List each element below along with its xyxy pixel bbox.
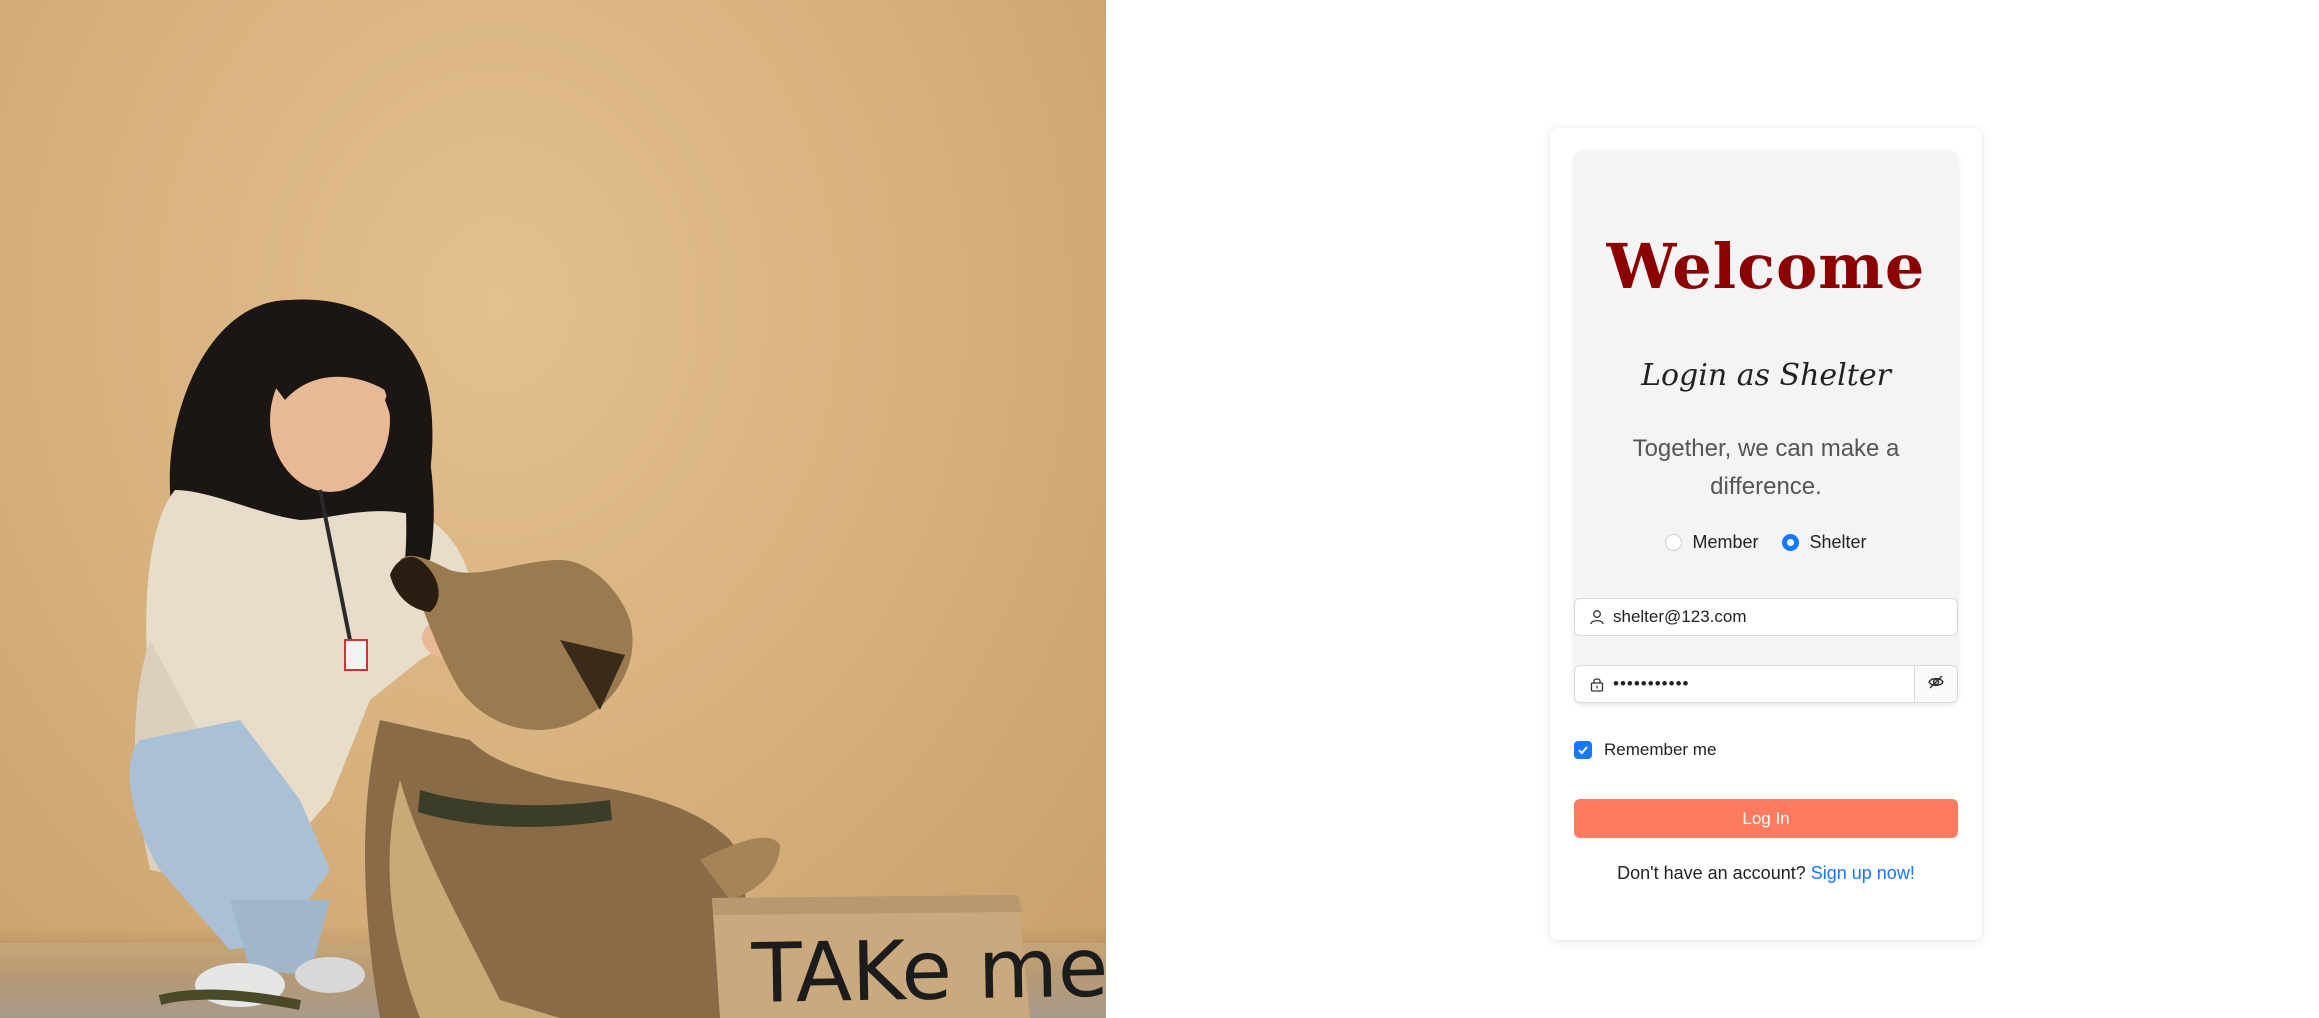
woman-and-dog-illustration: TAKe me: [129, 299, 1106, 1018]
welcome-title: Welcome: [1606, 230, 1926, 303]
login-card: Welcome Login as Shelter Together, we ca…: [1550, 128, 1982, 940]
login-button[interactable]: Log In: [1574, 799, 1958, 838]
role-option-member[interactable]: Member: [1665, 532, 1758, 553]
login-page: TAKe me Welcome Login as Shelter Togethe…: [0, 0, 2319, 1018]
signup-prompt: Don't have an account? Sign up now!: [1550, 863, 1982, 884]
password-field[interactable]: •••••••••••: [1574, 665, 1915, 703]
remember-me-checkbox[interactable]: [1574, 741, 1592, 759]
login-role-subtitle: Login as Shelter: [1641, 358, 1891, 393]
remember-me-label: Remember me: [1604, 740, 1717, 759]
no-account-text: Don't have an account?: [1617, 863, 1806, 883]
password-group: •••••••••••: [1574, 665, 1958, 703]
tagline: Together, we can make a difference.: [1632, 435, 1900, 500]
member-radio-label: Member: [1692, 532, 1759, 552]
checkmark-icon: [1578, 746, 1588, 755]
role-option-shelter[interactable]: Shelter: [1782, 532, 1867, 553]
email-value: shelter@123.com: [1613, 607, 1747, 626]
shelter-radio[interactable]: [1782, 534, 1800, 551]
sign-text: TAKe me: [750, 921, 1106, 1018]
member-radio[interactable]: [1665, 534, 1683, 551]
eye-invisible-icon: [1927, 673, 1945, 695]
role-radio-group: Member Shelter: [1574, 532, 1958, 553]
shelter-radio-label: Shelter: [1809, 532, 1867, 552]
toggle-password-visibility-button[interactable]: [1914, 665, 1958, 703]
email-field[interactable]: shelter@123.com: [1574, 598, 1958, 636]
password-value: •••••••••••: [1613, 674, 1690, 693]
hero-image: TAKe me: [0, 0, 1106, 1018]
lock-icon: [1589, 676, 1605, 692]
user-icon: [1589, 609, 1605, 625]
signup-link[interactable]: Sign up now!: [1811, 863, 1915, 883]
remember-me[interactable]: Remember me: [1574, 740, 1716, 760]
